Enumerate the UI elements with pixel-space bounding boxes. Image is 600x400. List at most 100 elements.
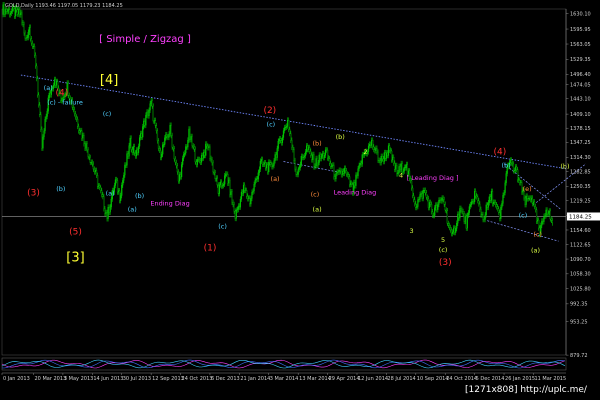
wave-label: [ Leading Diag ] xyxy=(407,174,459,182)
date-tick-label: 0 Jan 2013 xyxy=(3,376,30,382)
price-tick-label: 1378.15 xyxy=(570,126,591,132)
candle xyxy=(152,103,154,124)
candle xyxy=(446,208,448,227)
price-tick-label: 1154.60 xyxy=(570,228,591,234)
wave-label: (c) - failure xyxy=(47,99,83,107)
wave-label: (b) xyxy=(560,162,569,170)
wave-label: Leading Diag xyxy=(334,189,377,197)
price-tick-label: 953.25 xyxy=(570,319,588,325)
wave-label: (2) xyxy=(263,106,276,116)
price-tick-label: 1090.70 xyxy=(570,257,591,263)
price-chart[interactable]: (a)(4)(c) - failure(3) (b)(5)[3][4](c)(a)… xyxy=(0,0,600,400)
price-tick-label: 1347.25 xyxy=(570,140,591,146)
candle xyxy=(40,111,42,132)
candle xyxy=(313,151,315,170)
wave-label: (b) xyxy=(312,140,321,148)
price-tick-label: 879.72 xyxy=(570,353,588,359)
wave-label: (c) xyxy=(218,222,227,230)
wave-label: (a) xyxy=(128,206,137,214)
price-tick-label: 1474.05 xyxy=(570,82,591,88)
wave-label: (a) xyxy=(531,247,540,255)
candle xyxy=(103,193,105,212)
candle xyxy=(465,213,467,231)
symbol-header: GOLD,Daily 1193.46 1197.05 1179.23 1184.… xyxy=(5,3,123,9)
price-tick-label: 1529.35 xyxy=(570,57,591,63)
price-tick-label: 1250.35 xyxy=(570,184,591,190)
candle xyxy=(41,126,43,151)
chart-title: [ Simple / Zigzag ] xyxy=(99,34,191,45)
wave-label: (3) xyxy=(439,258,452,268)
date-tick-label: 12 Sep 2013 xyxy=(152,376,184,382)
wave-label: (1) xyxy=(204,243,217,253)
wave-label: (b) xyxy=(502,161,511,169)
candle xyxy=(229,177,231,198)
wave-label: [3] xyxy=(66,251,84,266)
wave-label: (b) xyxy=(135,192,144,200)
date-tick-label: 26 Jan 2015 xyxy=(505,376,535,382)
price-tick-label: 1496.40 xyxy=(570,72,591,78)
price-tick-label: 1630.10 xyxy=(570,11,591,17)
plot-frame xyxy=(1,8,567,356)
wave-label: (c) xyxy=(311,191,320,199)
wave-label: (4) xyxy=(493,148,506,158)
date-tick-label: 29 Apr 2014 xyxy=(329,376,360,382)
wave-label: (a) xyxy=(313,206,322,214)
current-price-label: 1184.25 xyxy=(569,214,592,220)
wave-label: (a) xyxy=(106,190,115,198)
candle xyxy=(36,63,38,82)
watermark-text: [1271x808] http://uplc.me/ xyxy=(465,385,588,395)
wave-label: (4) xyxy=(55,89,68,99)
wave-label: (a) xyxy=(271,175,280,183)
date-tick-label: 3 May 2013 xyxy=(64,376,93,382)
wave-label: 2 xyxy=(363,148,367,156)
candle xyxy=(491,188,494,207)
wave-label: Ending Diag xyxy=(150,200,189,208)
wave-label: 3 xyxy=(410,227,414,235)
plot-area xyxy=(1,8,567,356)
oscillator-panel xyxy=(1,357,567,371)
price-tick-label: 992.35 xyxy=(570,302,588,308)
date-tick-label: 12 Jun 2014 xyxy=(358,376,388,382)
price-tick-label: 1563.05 xyxy=(570,42,591,48)
wave-label: (c) xyxy=(439,246,448,254)
date-tick-label: 21 Jan 2014 xyxy=(240,376,270,382)
wave-label: [4] xyxy=(100,73,118,88)
price-tick-label: 1122.65 xyxy=(570,242,591,248)
price-tick-label: 1219.25 xyxy=(570,198,591,204)
wave-label: (b) xyxy=(336,133,345,141)
date-tick-label: 11 Mar 2015 xyxy=(534,376,566,382)
date-tick-label: 28 Jul 2014 xyxy=(387,376,415,382)
wave-label: (3) xyxy=(27,189,40,199)
price-tick-label: 1282.85 xyxy=(570,169,591,175)
candle xyxy=(180,161,183,180)
wave-label: (c) xyxy=(103,110,112,118)
date-tick-label: 3 Mar 2014 xyxy=(270,376,299,382)
candle xyxy=(333,162,335,180)
candle xyxy=(466,212,468,231)
wave-label: 4 xyxy=(399,171,403,179)
date-tick-label: 24 Oct 2013 xyxy=(182,376,213,382)
date-tick-label: 5 Dec 2014 xyxy=(476,376,505,382)
wave-label: (a) xyxy=(44,84,53,92)
wave-label: 5 xyxy=(441,236,445,244)
date-tick-label: 24 Oct 2014 xyxy=(446,376,477,382)
wave-label: (b) xyxy=(56,185,65,193)
price-tick-label: 1025.80 xyxy=(570,286,591,292)
wave-label: (5) xyxy=(69,227,82,237)
price-tick-label: 1443.10 xyxy=(570,96,591,102)
wave-label: (e) xyxy=(523,185,532,193)
price-tick-label: 1409.10 xyxy=(570,112,591,118)
wave-label: (c) xyxy=(533,231,542,239)
date-axis: 0 Jan 2013 20 Mar 20133 May 2013 14 Jun 20… xyxy=(1,372,566,382)
wave-label: (c) xyxy=(519,212,528,220)
date-tick-label: 6 Dec 2013 xyxy=(211,376,240,382)
date-tick-label: 10 Sep 2014 xyxy=(417,376,449,382)
wave-label: (c) xyxy=(267,120,276,128)
chart-window: (a) (4) (c) - failure (3) (b) (5) [3] [4] (c) (a)… xyxy=(0,0,600,400)
price-axis: 1630.10 1595.95 1563.05 1529.35 1496.40 1474.… xyxy=(565,9,600,359)
date-tick-label: 14 Jun 2013 xyxy=(93,376,123,382)
price-tick-label: 1314.30 xyxy=(570,155,591,161)
candle xyxy=(194,146,196,165)
price-tick-label: 1595.95 xyxy=(570,27,591,33)
price-tick-label: 1058.30 xyxy=(570,272,591,278)
